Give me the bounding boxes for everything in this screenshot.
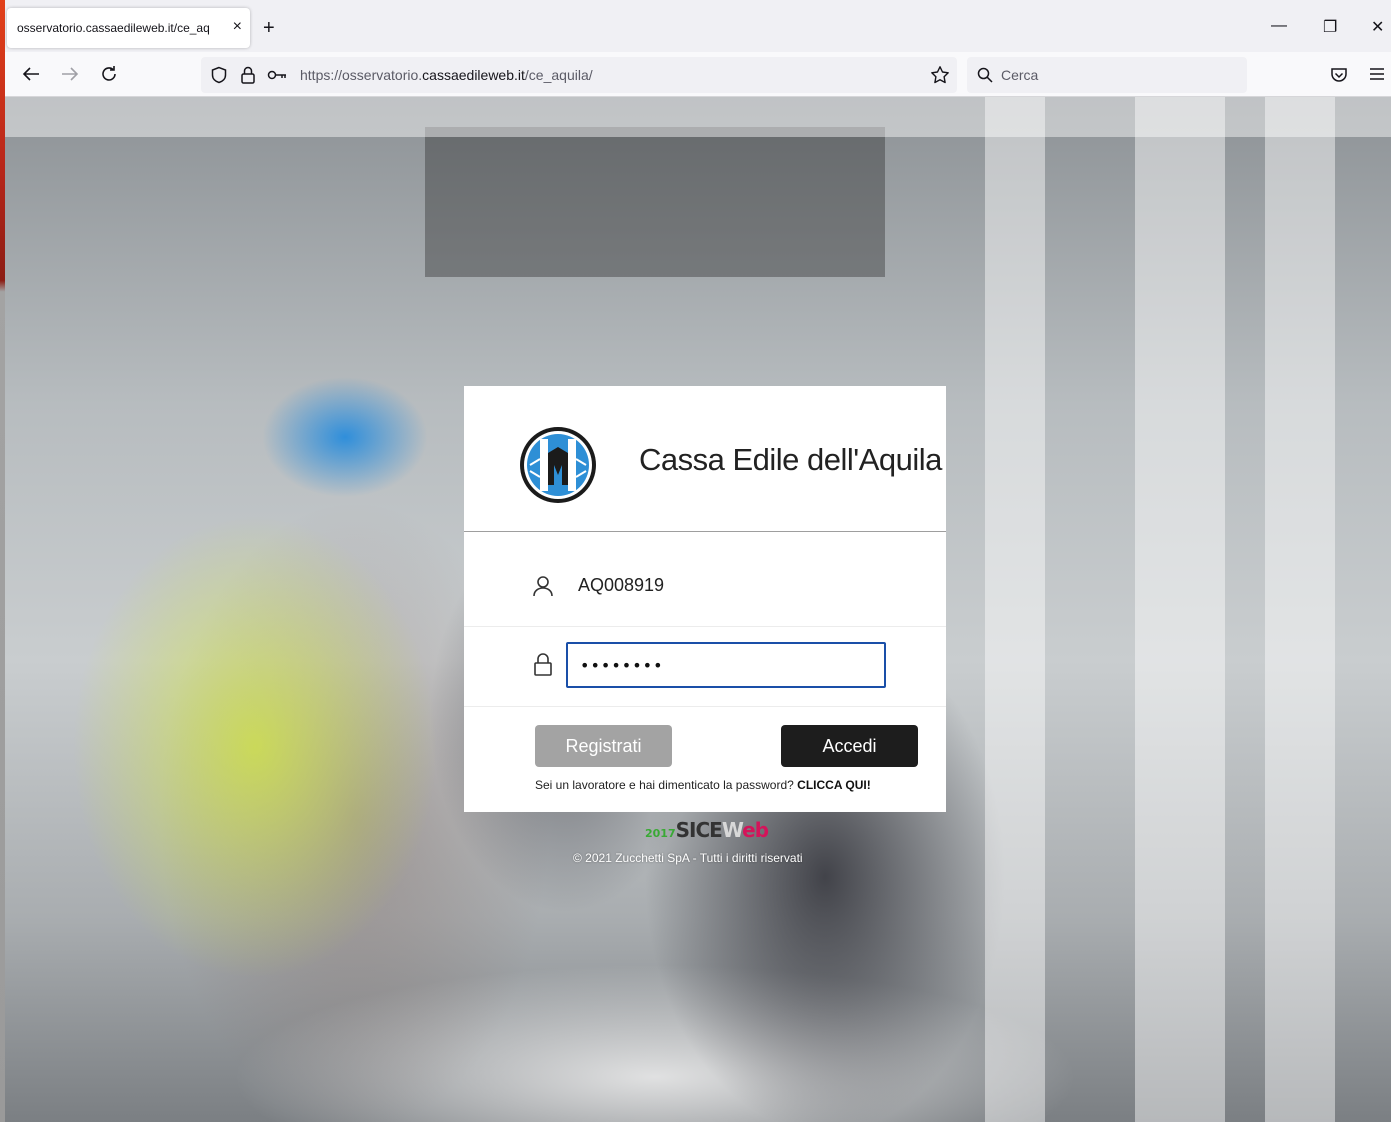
organization-name: Cassa Edile dell'Aquila (639, 442, 942, 477)
password-row (464, 627, 946, 707)
new-tab-button[interactable]: + (263, 18, 275, 38)
login-button[interactable]: Accedi (781, 725, 918, 767)
reload-icon (102, 66, 116, 81)
tab-close-icon[interactable]: × (233, 17, 242, 37)
background-ceiling (5, 97, 1391, 137)
username-field[interactable]: AQ008919 (578, 575, 664, 596)
siceweb-logo: 2017SICEWeb (645, 818, 769, 842)
close-window-button[interactable]: ✕ (1371, 17, 1384, 37)
password-field[interactable] (566, 642, 886, 688)
background-column (1265, 97, 1335, 1122)
navigation-bar: https://osservatorio.cassaedileweb.it/ce… (5, 52, 1391, 97)
search-bar[interactable]: Cerca (967, 57, 1247, 93)
forward-button[interactable] (58, 62, 82, 86)
background-column (1135, 97, 1225, 1122)
register-button[interactable]: Registrati (535, 725, 672, 767)
menu-icon[interactable] (1369, 67, 1385, 81)
username-row: AQ008919 (464, 533, 946, 627)
url-text[interactable]: https://osservatorio.cassaedileweb.it/ce… (300, 67, 593, 83)
search-icon (977, 67, 993, 83)
forgot-password-link[interactable]: CLICCA QUI! (797, 778, 871, 792)
browser-tab[interactable]: osservatorio.cassaedileweb.it/ce_aq × (7, 8, 250, 48)
back-button[interactable] (19, 62, 43, 86)
search-placeholder: Cerca (1001, 67, 1039, 83)
forward-arrow-icon (62, 67, 79, 81)
forgot-password-label: Sei un lavoratore e hai dimenticato la p… (535, 778, 798, 792)
background-column (985, 97, 1045, 1122)
lock-icon[interactable] (240, 66, 256, 84)
password-lock-icon (534, 653, 552, 676)
background-beam (425, 127, 885, 277)
minimize-button[interactable]: — (1271, 17, 1287, 35)
reload-button[interactable] (97, 62, 121, 86)
pocket-icon[interactable] (1330, 66, 1348, 84)
bookmark-star-icon[interactable] (930, 65, 950, 85)
copyright-text: © 2021 Zucchetti SpA - Tutti i diritti r… (573, 851, 803, 865)
url-bar[interactable]: https://osservatorio.cassaedileweb.it/ce… (201, 57, 957, 93)
login-header: Cassa Edile dell'Aquila (464, 386, 946, 532)
page-background: Cassa Edile dell'Aquila AQ008919 Registr… (5, 97, 1391, 1122)
organization-logo (520, 427, 596, 503)
key-icon[interactable] (267, 69, 287, 81)
forgot-password-text: Sei un lavoratore e hai dimenticato la p… (535, 778, 871, 792)
restore-button[interactable]: ❐ (1323, 17, 1337, 37)
login-card: Cassa Edile dell'Aquila AQ008919 Registr… (464, 386, 946, 812)
tab-bar: osservatorio.cassaedileweb.it/ce_aq × + … (5, 4, 1391, 52)
user-icon (533, 576, 553, 597)
back-arrow-icon (22, 67, 39, 81)
shield-icon[interactable] (210, 66, 228, 84)
tab-title: osservatorio.cassaedileweb.it/ce_aq (17, 21, 210, 35)
browser-window: osservatorio.cassaedileweb.it/ce_aq × + … (5, 0, 1391, 1122)
